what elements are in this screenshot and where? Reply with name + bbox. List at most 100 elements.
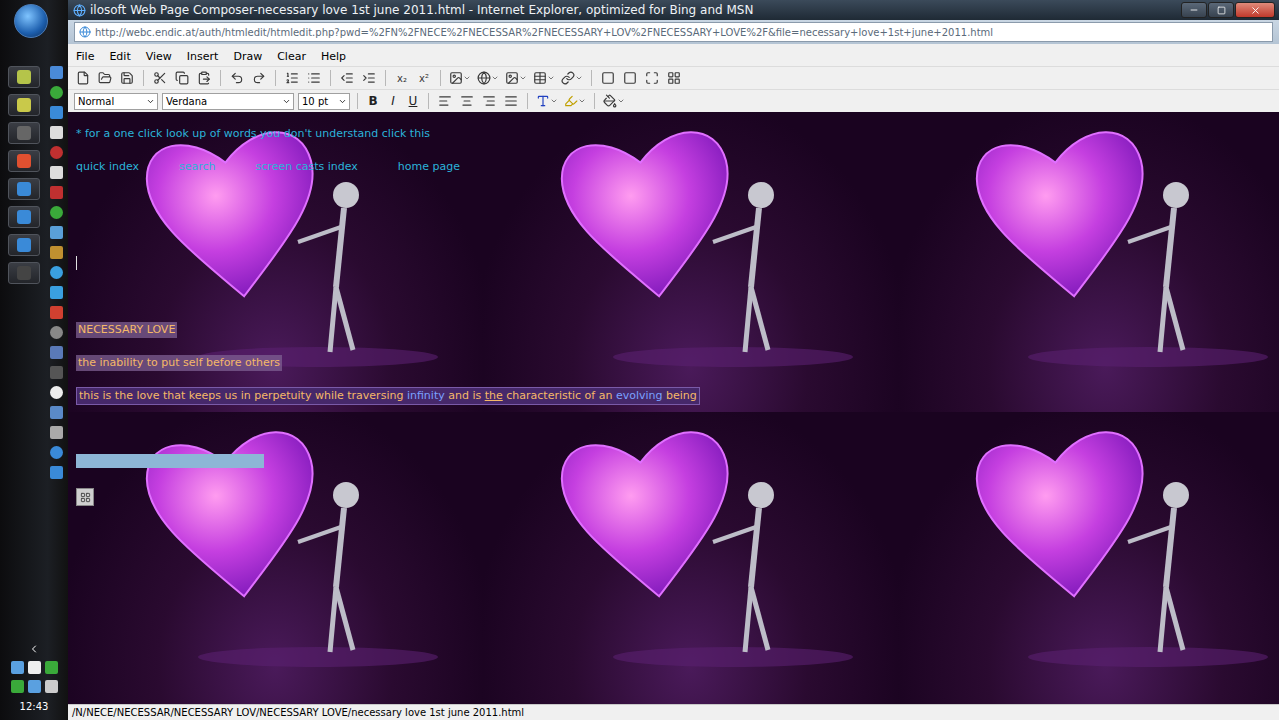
menu-item[interactable]: View — [146, 50, 172, 63]
edit-tool-icon[interactable] — [195, 69, 213, 87]
quick-launch-icon[interactable] — [50, 346, 63, 359]
taskbar-button[interactable] — [8, 206, 40, 228]
view-tool-icon[interactable] — [643, 69, 661, 87]
start-orb-icon[interactable] — [14, 4, 48, 38]
quick-launch-icon[interactable] — [50, 426, 63, 439]
history-tool-icon[interactable] — [250, 69, 268, 87]
quick-launch-icon[interactable] — [50, 226, 63, 239]
nav-link[interactable]: screen casts index — [256, 159, 358, 175]
taskbar-button[interactable] — [8, 178, 40, 200]
menu-item[interactable]: Edit — [109, 50, 130, 63]
taskbar-button[interactable] — [8, 150, 40, 172]
align-icon[interactable] — [502, 92, 520, 110]
underline-button[interactable]: U — [405, 92, 421, 110]
highlight-icon[interactable] — [563, 92, 587, 110]
quick-launch-icon[interactable] — [50, 286, 63, 299]
lookup-line[interactable]: * for a one click look up of words you d… — [76, 126, 430, 142]
quick-launch-icon[interactable] — [50, 166, 63, 179]
indent-tool-icon[interactable] — [338, 69, 356, 87]
flag-icon[interactable] — [28, 680, 41, 693]
file-tool-icon[interactable] — [118, 69, 136, 87]
maximize-button[interactable] — [1208, 2, 1234, 18]
font-select[interactable]: Verdana — [162, 93, 294, 110]
subscript-button[interactable]: x₂ — [393, 69, 411, 87]
app-icon — [17, 210, 31, 224]
nav-link[interactable]: home page — [398, 159, 460, 175]
menu-item[interactable]: Clear — [277, 50, 306, 63]
quick-launch-icon[interactable] — [50, 146, 63, 159]
show-hidden-icon[interactable] — [28, 643, 40, 655]
align-icon[interactable] — [458, 92, 476, 110]
menu-item[interactable]: Insert — [187, 50, 219, 63]
edit-tool-icon[interactable] — [173, 69, 191, 87]
editor-canvas[interactable]: * for a one click look up of words you d… — [68, 112, 1279, 704]
quick-launch-icon[interactable] — [50, 206, 63, 219]
history-tool-icon[interactable] — [228, 69, 246, 87]
sentence-text: the — [485, 389, 503, 402]
file-tool-icon[interactable] — [96, 69, 114, 87]
quick-launch-icon[interactable] — [50, 86, 63, 99]
clock[interactable]: 12:43 — [16, 699, 53, 714]
font-color-icon[interactable] — [535, 92, 559, 110]
quick-launch-icon[interactable] — [50, 446, 63, 459]
align-icon[interactable] — [436, 92, 454, 110]
quick-launch-icon[interactable] — [50, 366, 63, 379]
quick-launch-icon[interactable] — [50, 326, 63, 339]
bold-button[interactable]: B — [365, 92, 381, 110]
nav-link[interactable]: search — [179, 159, 216, 175]
list-tool-icon[interactable] — [283, 69, 301, 87]
word-link[interactable]: evolving — [616, 389, 663, 402]
tray-icon[interactable] — [11, 661, 24, 674]
taskbar-button[interactable] — [8, 94, 40, 116]
toolbar: x₂x² — [68, 66, 1279, 89]
embedded-image-icon[interactable] — [76, 488, 94, 506]
network-icon[interactable] — [11, 680, 24, 693]
style-select[interactable]: Normal — [74, 93, 158, 110]
taskbar-button[interactable] — [8, 234, 40, 256]
app-icon — [17, 70, 31, 84]
align-icon[interactable] — [480, 92, 498, 110]
taskbar-button[interactable] — [8, 122, 40, 144]
tray-icon[interactable] — [45, 661, 58, 674]
quick-launch-icon[interactable] — [50, 266, 63, 279]
file-tool-icon[interactable] — [74, 69, 92, 87]
taskbar-button[interactable] — [8, 66, 40, 88]
minimize-button[interactable] — [1181, 2, 1207, 18]
word-link[interactable]: infinity — [407, 389, 445, 402]
view-tool-icon[interactable] — [621, 69, 639, 87]
edit-tool-icon[interactable] — [151, 69, 169, 87]
menu-item[interactable]: Help — [321, 50, 346, 63]
quick-launch-icon[interactable] — [50, 466, 63, 479]
size-select[interactable]: 10 pt — [298, 93, 350, 110]
quick-launch-icon[interactable] — [50, 306, 63, 319]
quick-launch-icon[interactable] — [50, 406, 63, 419]
quick-launch-icon[interactable] — [50, 246, 63, 259]
close-button[interactable] — [1235, 2, 1275, 18]
quick-launch-icon[interactable] — [50, 126, 63, 139]
paint-bucket-icon[interactable] — [602, 92, 626, 110]
insert-tool-icon[interactable] — [560, 69, 584, 87]
menu-item[interactable]: File — [76, 50, 94, 63]
insert-tool-icon[interactable] — [532, 69, 556, 87]
view-tool-icon[interactable] — [599, 69, 617, 87]
address-text: http://webc.endic.at/auth/htmledit/htmle… — [95, 27, 993, 38]
menu-item[interactable]: Draw — [233, 50, 262, 63]
quick-launch-icon[interactable] — [50, 186, 63, 199]
address-field[interactable]: http://webc.endic.at/auth/htmledit/htmle… — [74, 22, 1273, 42]
italic-button[interactable]: I — [385, 92, 401, 110]
superscript-button[interactable]: x² — [415, 69, 433, 87]
insert-tool-icon[interactable] — [448, 69, 472, 87]
nav-link[interactable]: quick index — [76, 159, 139, 175]
volume-icon[interactable] — [45, 680, 58, 693]
list-tool-icon[interactable] — [305, 69, 323, 87]
quick-launch-icon[interactable] — [50, 106, 63, 119]
quick-launch-icon[interactable] — [50, 386, 63, 399]
insert-tool-icon[interactable] — [504, 69, 528, 87]
selected-sentence: this is the love that keeps us in perpet… — [76, 387, 700, 405]
insert-tool-icon[interactable] — [476, 69, 500, 87]
quick-launch-icon[interactable] — [50, 66, 63, 79]
indent-tool-icon[interactable] — [360, 69, 378, 87]
view-tool-icon[interactable] — [665, 69, 683, 87]
tray-icon[interactable] — [28, 661, 41, 674]
taskbar-button[interactable] — [8, 262, 40, 284]
